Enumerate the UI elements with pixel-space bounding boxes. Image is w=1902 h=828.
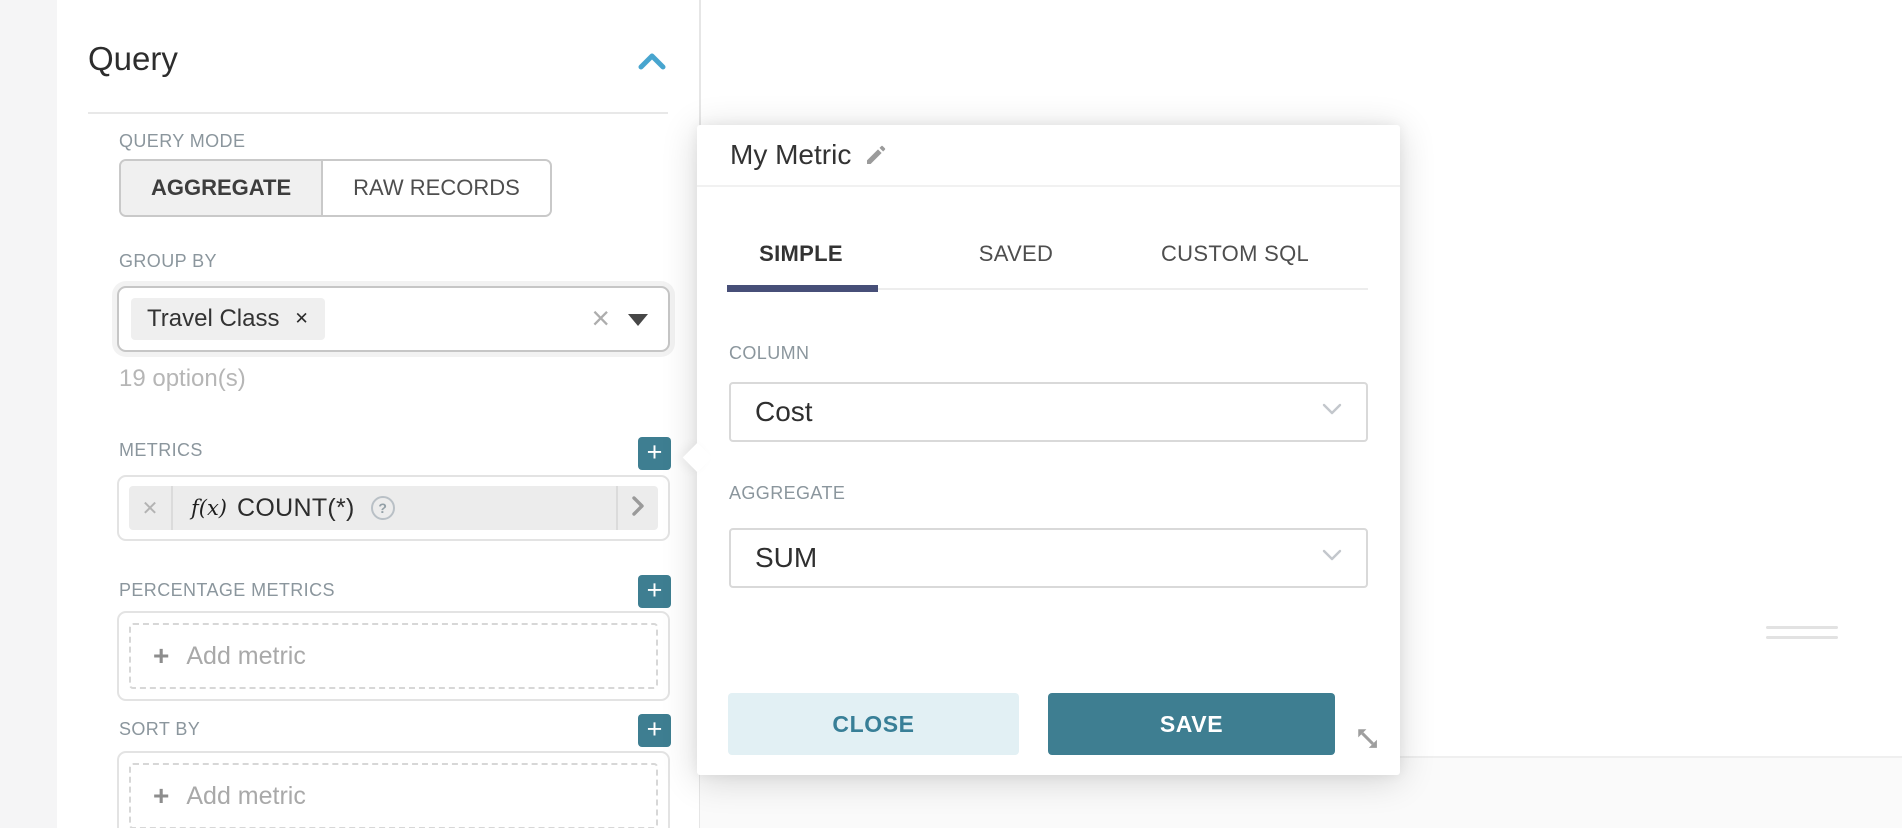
add-metric-placeholder: Add metric — [186, 642, 305, 671]
metrics-label: METRICS — [119, 440, 203, 461]
tab-saved[interactable]: SAVED — [926, 241, 1106, 267]
query-section-title: Query — [88, 40, 178, 78]
caret-down-icon[interactable] — [628, 314, 648, 326]
sort-by-label: SORT BY — [119, 719, 200, 740]
chevron-down-icon — [1322, 549, 1342, 567]
tab-simple[interactable]: SIMPLE — [725, 241, 877, 267]
expand-metric-button[interactable] — [616, 486, 658, 530]
metric-edit-popover: My Metric SIMPLE SAVED CUSTOM SQL COLUMN… — [697, 125, 1400, 775]
sort-by-container: + Add metric — [117, 751, 670, 828]
resize-grip-line[interactable] — [1766, 626, 1838, 629]
metric-item[interactable]: ✕ f(x) COUNT(*) ? — [129, 486, 658, 530]
edit-name-pencil-icon[interactable] — [864, 143, 888, 167]
chevron-up-icon — [636, 61, 668, 78]
help-icon[interactable]: ? — [371, 496, 395, 520]
plus-icon: + — [153, 782, 169, 810]
percentage-metrics-label: PERCENTAGE METRICS — [119, 580, 335, 601]
popover-arrow — [683, 443, 713, 473]
column-label: COLUMN — [729, 343, 809, 364]
add-metric-button[interactable]: + — [638, 437, 671, 470]
collapse-section-button[interactable] — [636, 50, 668, 74]
raw-records-mode-button[interactable]: RAW RECORDS — [323, 161, 550, 215]
save-button[interactable]: SAVE — [1048, 693, 1335, 755]
resize-diagonal-icon[interactable] — [1353, 724, 1381, 752]
options-count-hint: 19 option(s) — [119, 365, 246, 393]
column-value: Cost — [755, 396, 813, 428]
group-by-select[interactable]: Travel Class ✕ × — [117, 286, 670, 352]
left-rail — [0, 0, 57, 828]
metrics-container: ✕ f(x) COUNT(*) ? — [117, 475, 670, 541]
percentage-metrics-container: + Add metric — [117, 611, 670, 701]
group-by-label: GROUP BY — [119, 251, 217, 272]
add-percentage-metric-dropzone[interactable]: + Add metric — [129, 623, 658, 689]
function-icon: f(x) — [191, 496, 227, 520]
aggregate-value: SUM — [755, 542, 817, 574]
query-mode-label: QUERY MODE — [119, 131, 245, 152]
add-metric-placeholder: Add metric — [186, 782, 305, 811]
aggregate-select[interactable]: SUM — [729, 528, 1368, 588]
query-mode-toggle: AGGREGATE RAW RECORDS — [119, 159, 552, 217]
clear-all-icon[interactable]: × — [591, 298, 610, 340]
plus-icon: + — [153, 642, 169, 670]
close-button[interactable]: CLOSE — [728, 693, 1019, 755]
explore-view: Query QUERY MODE AGGREGATE RAW RECORDS G… — [0, 0, 1902, 828]
section-divider — [88, 112, 668, 114]
column-select[interactable]: Cost — [729, 382, 1368, 442]
metric-expression: COUNT(*) — [237, 494, 355, 523]
add-sort-metric-button[interactable]: + — [638, 714, 671, 747]
metric-name: My Metric — [730, 139, 851, 171]
chevron-down-icon — [1322, 403, 1342, 421]
aggregate-mode-button[interactable]: AGGREGATE — [121, 161, 323, 215]
chevron-right-icon — [631, 495, 645, 522]
add-sort-metric-dropzone[interactable]: + Add metric — [129, 763, 658, 828]
popover-header: My Metric — [697, 125, 1400, 187]
active-tab-indicator — [727, 285, 878, 292]
remove-metric-icon[interactable]: ✕ — [129, 486, 173, 530]
group-by-tag[interactable]: Travel Class ✕ — [131, 298, 325, 340]
tab-custom-sql[interactable]: CUSTOM SQL — [1125, 241, 1345, 267]
tag-remove-icon[interactable]: ✕ — [294, 309, 308, 329]
resize-grip-line[interactable] — [1766, 636, 1838, 639]
group-by-tag-text: Travel Class — [147, 305, 279, 333]
aggregate-label: AGGREGATE — [729, 483, 845, 504]
add-percentage-metric-button[interactable]: + — [638, 575, 671, 608]
